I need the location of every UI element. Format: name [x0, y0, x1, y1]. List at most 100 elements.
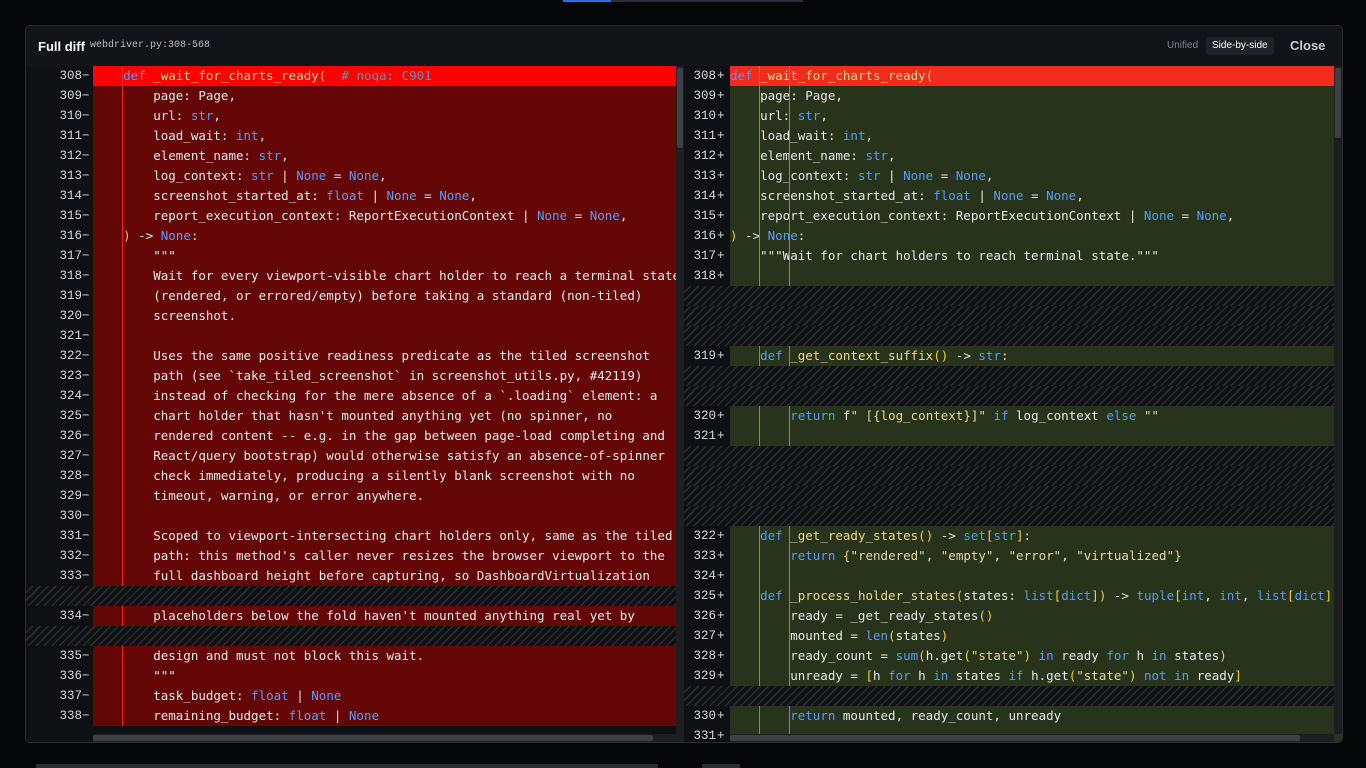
horizontal-scrollbar-thumb[interactable] [93, 735, 653, 741]
diff-sign: − [82, 369, 90, 383]
diff-line-row: 317 + """Wait for chart holders to reach … [684, 246, 1342, 266]
diff-line-row: 324 + [684, 566, 1342, 586]
line-number: 330 [693, 709, 716, 723]
diff-sign: + [717, 249, 725, 263]
line-number: 321 [59, 329, 82, 343]
line-number: 322 [59, 349, 82, 363]
diff-sign: + [717, 529, 725, 543]
horizontal-scrollbar[interactable] [93, 734, 684, 742]
diff-line-row: 335− design and must not block this wait… [26, 646, 684, 666]
diff-line-row: 334− placeholders below the fold haven't… [26, 606, 684, 626]
vertical-scrollbar-thumb[interactable] [677, 68, 683, 148]
diff-sign: − [82, 569, 90, 583]
indent-guide [759, 626, 760, 646]
left-diff-pane[interactable]: 308− def _wait_for_charts_ready( # noqa:… [26, 66, 684, 742]
diff-line-row: 320− screenshot. [26, 306, 684, 326]
indent-guide [122, 406, 123, 426]
unified-view-button[interactable]: Unified [1161, 38, 1204, 54]
line-number: 327 [693, 629, 716, 643]
diff-sign: − [82, 269, 90, 283]
diff-sign: + [717, 189, 725, 203]
diff-sign: + [717, 69, 725, 83]
line-number: 318 [59, 269, 82, 283]
horizontal-scrollbar-thumb[interactable] [730, 735, 1300, 741]
line-number: 320 [693, 409, 716, 423]
vertical-scrollbar[interactable] [1334, 66, 1342, 734]
line-number: 328 [693, 649, 716, 663]
indent-guide [789, 106, 790, 126]
diff-line-row: 327− React/query bootstrap) would otherw… [26, 446, 684, 466]
diff-sign: + [717, 109, 725, 123]
code-line: Wait for every viewport-visible chart ho… [93, 266, 684, 286]
diff-line-row: 332− path: this method's caller never re… [26, 546, 684, 566]
horizontal-scrollbar[interactable] [730, 734, 1334, 742]
indent-guide [789, 646, 790, 666]
indent-guide [122, 526, 123, 546]
diff-sign: − [82, 289, 90, 303]
diff-line-row: 325− chart holder that hasn't mounted an… [26, 406, 684, 426]
code-line: def _get_context_suffix() -> str: [730, 346, 1342, 366]
diff-filler-row [684, 506, 1342, 526]
line-number: 337 [59, 689, 82, 703]
indent-guide [789, 186, 790, 206]
line-number: 313 [693, 169, 716, 183]
code-line: element_name: str, [93, 146, 684, 166]
indent-guide [789, 266, 790, 286]
diff-sign: − [82, 309, 90, 323]
code-line: design and must not block this wait. [93, 646, 684, 666]
code-line: url: str, [730, 106, 1342, 126]
code-line: log_context: str | None = None, [730, 166, 1342, 186]
indent-guide [789, 666, 790, 686]
indent-guide [122, 226, 123, 246]
indent-guide [789, 626, 790, 646]
diff-line-row: 316 +) -> None: [684, 226, 1342, 246]
line-number: 331 [59, 529, 82, 543]
indent-guide [759, 426, 760, 446]
code-line: report_execution_context: ReportExecutio… [93, 206, 684, 226]
vertical-scrollbar-thumb[interactable] [1335, 68, 1341, 138]
indent-guide [759, 206, 760, 226]
code-line: ready = _get_ready_states() [730, 606, 1342, 626]
code-line: page: Page, [730, 86, 1342, 106]
indent-guide [122, 646, 123, 666]
indent-guide [789, 566, 790, 586]
diff-sign: − [82, 109, 90, 123]
vertical-scrollbar[interactable] [676, 66, 684, 734]
diff-sign: − [82, 689, 90, 703]
code-line: def _wait_for_charts_ready( [730, 66, 1342, 86]
code-line: load_wait: int, [93, 126, 684, 146]
indent-guide [759, 86, 760, 106]
line-number: 326 [693, 609, 716, 623]
line-number: 316 [693, 229, 716, 243]
indent-guide [759, 586, 760, 606]
code-line: report_execution_context: ReportExecutio… [730, 206, 1342, 226]
line-number: 334 [59, 609, 82, 623]
indent-guide [789, 146, 790, 166]
diff-line-row: 338− remaining_budget: float | None [26, 706, 684, 726]
diff-sign: − [82, 89, 90, 103]
diff-filler-row [684, 326, 1342, 346]
diff-sign: + [717, 89, 725, 103]
code-line: """Wait for chart holders to reach termi… [730, 246, 1342, 266]
diff-line-row: 336− """ [26, 666, 684, 686]
indent-guide [759, 66, 760, 86]
indent-guide [759, 106, 760, 126]
code-line: screenshot_started_at: float | None = No… [93, 186, 684, 206]
line-number: 330 [59, 509, 82, 523]
indent-guide [122, 546, 123, 566]
diff-line-row: 326− rendered content -- e.g. in the gap… [26, 426, 684, 446]
diff-filler-row [684, 466, 1342, 486]
diff-line-row: 320 + return f" [{log_context}]" if log_c… [684, 406, 1342, 426]
diff-sign: − [82, 549, 90, 563]
diff-sign: + [717, 589, 725, 603]
close-button[interactable]: Close [1290, 38, 1325, 53]
indent-guide [122, 286, 123, 306]
line-number: 308 [59, 69, 82, 83]
right-diff-pane[interactable]: 308 + def _wait_for_charts_ready(309 + page… [684, 66, 1342, 742]
side-by-side-view-button[interactable]: Side-by-side [1206, 37, 1274, 55]
indent-guide [789, 546, 790, 566]
line-number: 324 [693, 569, 716, 583]
line-number: 317 [693, 249, 716, 263]
diff-line-row: 328− check immediately, producing a sile… [26, 466, 684, 486]
line-number: 309 [693, 89, 716, 103]
